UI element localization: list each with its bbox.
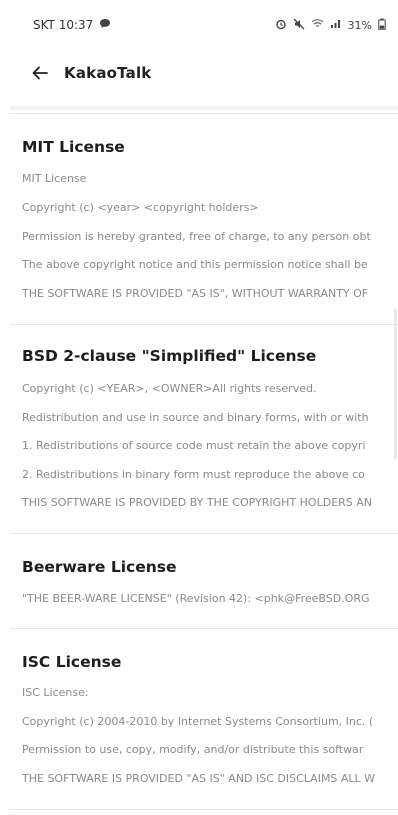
license-title-bsd2: BSD 2-clause "Simplified" License (22, 347, 317, 365)
divider (10, 628, 398, 629)
status-right: 31% (275, 18, 386, 33)
license-line: Copyright (c) 2004-2010 by Internet Syst… (22, 715, 374, 728)
back-button[interactable] (26, 59, 54, 87)
alarm-icon (275, 18, 287, 33)
status-time: SKT 10:37 (33, 18, 94, 32)
battery-percent: 31% (347, 18, 372, 32)
license-line: THE SOFTWARE IS PROVIDED "AS IS" AND ISC… (22, 772, 376, 785)
divider (10, 809, 398, 810)
divider (10, 113, 398, 114)
license-title-mit: MIT License (22, 138, 125, 156)
back-arrow-icon (32, 66, 48, 80)
wifi-icon (311, 18, 324, 32)
license-line: Permission is hereby granted, free of ch… (22, 230, 371, 243)
divider (10, 533, 398, 534)
mute-icon (293, 18, 305, 33)
divider (10, 324, 398, 325)
scrollbar[interactable] (394, 309, 397, 459)
license-title-beerware: Beerware License (22, 558, 177, 576)
license-line: THIS SOFTWARE IS PROVIDED BY THE COPYRIG… (22, 496, 373, 509)
status-bar: SKT 10:37 31% (0, 0, 398, 50)
top-divider (10, 106, 398, 110)
license-line: "THE BEER-WARE LICENSE" (Revision 42): <… (22, 592, 370, 605)
app-title: KakaoTalk (64, 64, 152, 82)
license-line: The above copyright notice and this perm… (22, 258, 368, 271)
license-line: THE SOFTWARE IS PROVIDED "AS IS", WITHOU… (22, 287, 369, 300)
license-line: Permission to use, copy, modify, and/or … (22, 743, 364, 756)
license-line: Copyright (c) <YEAR>, <OWNER>All rights … (22, 382, 317, 395)
license-line: 2. Redistributions in binary form must r… (22, 468, 365, 481)
license-list[interactable]: MIT License MIT License Copyright (c) <y… (0, 96, 398, 815)
status-left: SKT 10:37 (33, 18, 111, 32)
license-line: MIT License (22, 172, 87, 185)
license-line: Copyright (c) <year> <copyright holders> (22, 201, 259, 214)
license-line: ISC License: (22, 686, 89, 699)
license-title-isc: ISC License (22, 653, 122, 671)
license-line: 1. Redistributions of source code must r… (22, 439, 366, 452)
app-bar: KakaoTalk (0, 50, 398, 96)
signal-icon (330, 18, 342, 32)
license-line: Redistribution and use in source and bin… (22, 411, 369, 424)
chat-bubble-icon (99, 18, 111, 32)
battery-icon (378, 18, 386, 33)
